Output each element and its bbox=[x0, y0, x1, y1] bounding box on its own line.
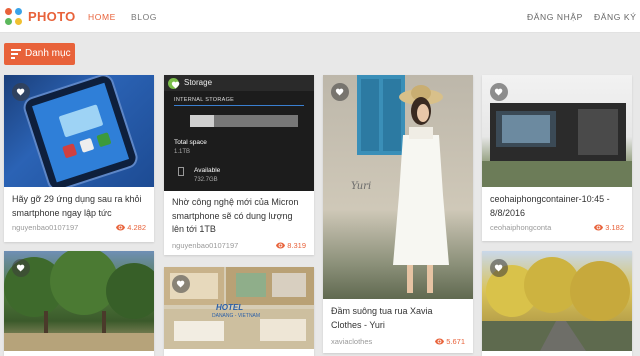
card-author[interactable]: nguyenbao0107197 bbox=[172, 241, 238, 250]
card-photo[interactable]: Yuri bbox=[323, 75, 473, 299]
storage-header: Storage bbox=[184, 78, 213, 87]
total-space-label: Total space bbox=[174, 139, 207, 146]
card-title[interactable]: Đầm suông tua rua Xavia Clothes - Yuri bbox=[331, 305, 465, 332]
card-photo[interactable]: HOTEL DANANG - VIETNAM bbox=[164, 267, 314, 349]
login-link[interactable]: ĐĂNG NHẬP bbox=[527, 12, 583, 22]
like-heart-icon[interactable] bbox=[12, 83, 30, 101]
nav-blog[interactable]: BLOG bbox=[131, 12, 157, 22]
hotel-city-text: DANANG - VIETNAM bbox=[212, 313, 261, 319]
eye-icon bbox=[435, 338, 445, 345]
category-button-label: Danh mục bbox=[25, 48, 71, 59]
brand-logo-icon[interactable] bbox=[5, 8, 23, 26]
card-views: 8.319 bbox=[276, 241, 306, 250]
card-photo[interactable] bbox=[482, 75, 632, 187]
card-photo[interactable]: Storage INTERNAL STORAGE Total space 1.1… bbox=[164, 75, 314, 191]
brand-name[interactable]: PHOTO bbox=[28, 9, 76, 24]
card-photo[interactable] bbox=[4, 75, 154, 191]
card-author[interactable]: ceohaiphongconta bbox=[490, 223, 551, 232]
photo-card[interactable] bbox=[482, 251, 632, 356]
card-photo[interactable] bbox=[4, 251, 154, 351]
eye-icon bbox=[594, 224, 604, 231]
menu-lines-icon bbox=[11, 49, 21, 59]
like-heart-icon[interactable] bbox=[170, 79, 182, 91]
eye-icon bbox=[116, 224, 126, 231]
card-views: 5.671 bbox=[435, 337, 465, 346]
photo-card[interactable] bbox=[4, 251, 154, 356]
card-title[interactable]: ceohaiphongcontainer-10:45 - 8/8/2016 bbox=[490, 193, 624, 220]
eye-icon bbox=[276, 242, 286, 249]
category-button[interactable]: Danh mục bbox=[4, 43, 75, 65]
photo-card[interactable]: Storage INTERNAL STORAGE Total space 1.1… bbox=[164, 75, 314, 255]
watermark-text: Yuri bbox=[351, 181, 372, 192]
card-views: 3.182 bbox=[594, 223, 624, 232]
photo-card[interactable]: HOTEL DANANG - VIETNAM bbox=[164, 267, 314, 356]
card-photo[interactable] bbox=[482, 251, 632, 351]
card-author[interactable]: nguyenbao0107197 bbox=[12, 223, 78, 232]
like-heart-icon[interactable] bbox=[331, 83, 349, 101]
nav-home[interactable]: HOME bbox=[88, 12, 116, 22]
hotel-logo-text: HOTEL bbox=[216, 303, 244, 312]
like-heart-icon[interactable] bbox=[172, 275, 190, 293]
like-heart-icon[interactable] bbox=[490, 83, 508, 101]
top-header: PHOTO HOME BLOG ĐĂNG NHẬP ĐĂNG KÝ bbox=[0, 0, 640, 33]
card-views: 4.282 bbox=[116, 223, 146, 232]
card-author[interactable]: xaviaclothes bbox=[331, 337, 372, 346]
like-heart-icon[interactable] bbox=[12, 259, 30, 277]
photo-card[interactable]: ceohaiphongcontainer-10:45 - 8/8/2016 ce… bbox=[482, 75, 632, 241]
available-value: 732.7GB bbox=[194, 177, 218, 183]
storage-section-label: INTERNAL STORAGE bbox=[174, 97, 235, 103]
card-title[interactable]: Nhờ công nghệ mới của Micron smartphone … bbox=[172, 196, 306, 237]
available-label: Available bbox=[194, 167, 221, 174]
register-link[interactable]: ĐĂNG KÝ bbox=[594, 12, 636, 22]
card-title[interactable]: Hãy gỡ 29 ứng dụng sau ra khỏi smartphon… bbox=[12, 193, 146, 220]
photo-card[interactable]: Hãy gỡ 29 ứng dụng sau ra khỏi smartphon… bbox=[4, 75, 154, 242]
total-space-value: 1.1TB bbox=[174, 149, 191, 155]
like-heart-icon[interactable] bbox=[490, 259, 508, 277]
photo-card[interactable]: Yuri Đầm suông tua rua Xavia Clothes - Y… bbox=[323, 75, 473, 353]
